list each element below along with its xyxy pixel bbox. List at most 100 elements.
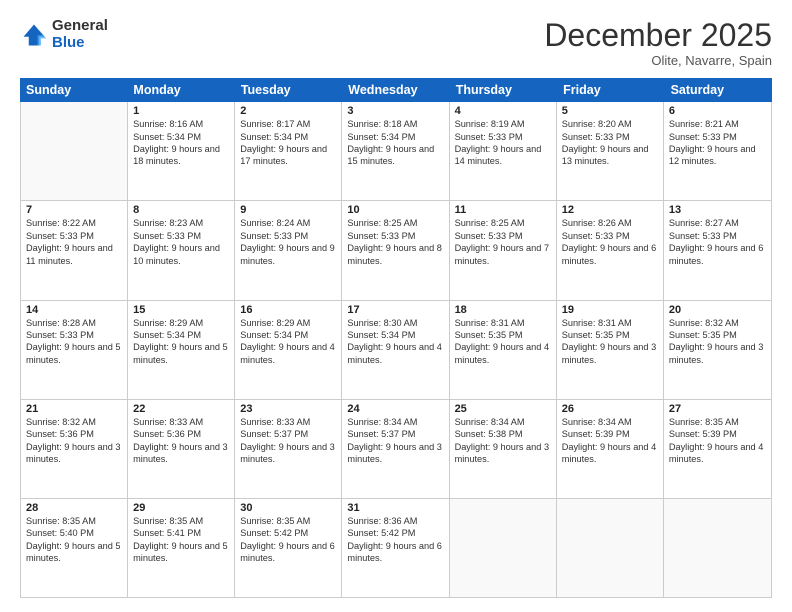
calendar-row-0: 1Sunrise: 8:16 AMSunset: 5:34 PMDaylight… xyxy=(21,102,771,201)
sunrise-text: Sunrise: 8:35 AM xyxy=(240,515,336,527)
daylight-text: Daylight: 9 hours and 4 minutes. xyxy=(562,441,658,466)
day-number: 24 xyxy=(347,403,443,415)
daylight-text: Daylight: 9 hours and 5 minutes. xyxy=(26,540,122,565)
daylight-text: Daylight: 9 hours and 3 minutes. xyxy=(240,441,336,466)
calendar-cell-r1c2: 9Sunrise: 8:24 AMSunset: 5:33 PMDaylight… xyxy=(235,201,342,299)
daylight-text: Daylight: 9 hours and 8 minutes. xyxy=(347,242,443,267)
daylight-text: Daylight: 9 hours and 15 minutes. xyxy=(347,143,443,168)
sunrise-text: Sunrise: 8:23 AM xyxy=(133,217,229,229)
sunrise-text: Sunrise: 8:17 AM xyxy=(240,118,336,130)
sunset-text: Sunset: 5:34 PM xyxy=(347,329,443,341)
daylight-text: Daylight: 9 hours and 5 minutes. xyxy=(26,341,122,366)
calendar-cell-r0c6: 6Sunrise: 8:21 AMSunset: 5:33 PMDaylight… xyxy=(664,102,771,200)
calendar-cell-r4c3: 31Sunrise: 8:36 AMSunset: 5:42 PMDayligh… xyxy=(342,499,449,597)
subtitle: Olite, Navarre, Spain xyxy=(544,53,772,68)
header-wednesday: Wednesday xyxy=(342,78,449,102)
daylight-text: Daylight: 9 hours and 6 minutes. xyxy=(347,540,443,565)
header-thursday: Thursday xyxy=(450,78,557,102)
logo: General Blue xyxy=(20,18,108,51)
day-number: 28 xyxy=(26,502,122,514)
sunrise-text: Sunrise: 8:31 AM xyxy=(562,317,658,329)
calendar-cell-r4c4 xyxy=(450,499,557,597)
sunset-text: Sunset: 5:33 PM xyxy=(669,131,766,143)
calendar-cell-r4c6 xyxy=(664,499,771,597)
daylight-text: Daylight: 9 hours and 3 minutes. xyxy=(133,441,229,466)
day-number: 27 xyxy=(669,403,766,415)
calendar-cell-r4c1: 29Sunrise: 8:35 AMSunset: 5:41 PMDayligh… xyxy=(128,499,235,597)
calendar-cell-r2c1: 15Sunrise: 8:29 AMSunset: 5:34 PMDayligh… xyxy=(128,301,235,399)
calendar-body: 1Sunrise: 8:16 AMSunset: 5:34 PMDaylight… xyxy=(20,102,772,598)
day-number: 26 xyxy=(562,403,658,415)
day-number: 31 xyxy=(347,502,443,514)
calendar-cell-r4c2: 30Sunrise: 8:35 AMSunset: 5:42 PMDayligh… xyxy=(235,499,342,597)
calendar-cell-r2c6: 20Sunrise: 8:32 AMSunset: 5:35 PMDayligh… xyxy=(664,301,771,399)
month-title: December 2025 xyxy=(544,18,772,53)
calendar-cell-r2c5: 19Sunrise: 8:31 AMSunset: 5:35 PMDayligh… xyxy=(557,301,664,399)
sunset-text: Sunset: 5:39 PM xyxy=(669,428,766,440)
calendar-cell-r1c4: 11Sunrise: 8:25 AMSunset: 5:33 PMDayligh… xyxy=(450,201,557,299)
sunrise-text: Sunrise: 8:22 AM xyxy=(26,217,122,229)
calendar-row-4: 28Sunrise: 8:35 AMSunset: 5:40 PMDayligh… xyxy=(21,499,771,597)
sunset-text: Sunset: 5:33 PM xyxy=(562,131,658,143)
sunset-text: Sunset: 5:34 PM xyxy=(347,131,443,143)
sunset-text: Sunset: 5:33 PM xyxy=(562,230,658,242)
day-number: 14 xyxy=(26,304,122,316)
calendar-cell-r1c1: 8Sunrise: 8:23 AMSunset: 5:33 PMDaylight… xyxy=(128,201,235,299)
sunrise-text: Sunrise: 8:36 AM xyxy=(347,515,443,527)
calendar-row-3: 21Sunrise: 8:32 AMSunset: 5:36 PMDayligh… xyxy=(21,400,771,499)
sunrise-text: Sunrise: 8:32 AM xyxy=(26,416,122,428)
calendar-cell-r1c6: 13Sunrise: 8:27 AMSunset: 5:33 PMDayligh… xyxy=(664,201,771,299)
day-number: 6 xyxy=(669,105,766,117)
calendar-cell-r3c2: 23Sunrise: 8:33 AMSunset: 5:37 PMDayligh… xyxy=(235,400,342,498)
day-number: 12 xyxy=(562,204,658,216)
daylight-text: Daylight: 9 hours and 7 minutes. xyxy=(455,242,551,267)
sunset-text: Sunset: 5:41 PM xyxy=(133,527,229,539)
day-number: 4 xyxy=(455,105,551,117)
sunset-text: Sunset: 5:33 PM xyxy=(240,230,336,242)
sunrise-text: Sunrise: 8:33 AM xyxy=(133,416,229,428)
day-number: 8 xyxy=(133,204,229,216)
sunset-text: Sunset: 5:42 PM xyxy=(240,527,336,539)
sunset-text: Sunset: 5:33 PM xyxy=(455,230,551,242)
sunrise-text: Sunrise: 8:20 AM xyxy=(562,118,658,130)
header-friday: Friday xyxy=(557,78,664,102)
sunset-text: Sunset: 5:39 PM xyxy=(562,428,658,440)
daylight-text: Daylight: 9 hours and 3 minutes. xyxy=(669,341,766,366)
sunrise-text: Sunrise: 8:18 AM xyxy=(347,118,443,130)
calendar-cell-r4c5 xyxy=(557,499,664,597)
title-area: December 2025 Olite, Navarre, Spain xyxy=(544,18,772,68)
header-saturday: Saturday xyxy=(665,78,772,102)
sunset-text: Sunset: 5:38 PM xyxy=(455,428,551,440)
daylight-text: Daylight: 9 hours and 3 minutes. xyxy=(26,441,122,466)
calendar-cell-r3c4: 25Sunrise: 8:34 AMSunset: 5:38 PMDayligh… xyxy=(450,400,557,498)
calendar-row-1: 7Sunrise: 8:22 AMSunset: 5:33 PMDaylight… xyxy=(21,201,771,300)
calendar-cell-r3c1: 22Sunrise: 8:33 AMSunset: 5:36 PMDayligh… xyxy=(128,400,235,498)
daylight-text: Daylight: 9 hours and 4 minutes. xyxy=(347,341,443,366)
day-number: 16 xyxy=(240,304,336,316)
logo-blue-text: Blue xyxy=(52,35,108,52)
day-number: 25 xyxy=(455,403,551,415)
calendar-cell-r1c0: 7Sunrise: 8:22 AMSunset: 5:33 PMDaylight… xyxy=(21,201,128,299)
sunset-text: Sunset: 5:33 PM xyxy=(133,230,229,242)
sunset-text: Sunset: 5:33 PM xyxy=(26,230,122,242)
daylight-text: Daylight: 9 hours and 3 minutes. xyxy=(562,341,658,366)
sunrise-text: Sunrise: 8:25 AM xyxy=(347,217,443,229)
day-number: 7 xyxy=(26,204,122,216)
day-number: 18 xyxy=(455,304,551,316)
daylight-text: Daylight: 9 hours and 12 minutes. xyxy=(669,143,766,168)
daylight-text: Daylight: 9 hours and 6 minutes. xyxy=(240,540,336,565)
sunset-text: Sunset: 5:33 PM xyxy=(26,329,122,341)
daylight-text: Daylight: 9 hours and 13 minutes. xyxy=(562,143,658,168)
sunrise-text: Sunrise: 8:33 AM xyxy=(240,416,336,428)
sunset-text: Sunset: 5:34 PM xyxy=(240,329,336,341)
daylight-text: Daylight: 9 hours and 9 minutes. xyxy=(240,242,336,267)
sunrise-text: Sunrise: 8:34 AM xyxy=(562,416,658,428)
sunrise-text: Sunrise: 8:29 AM xyxy=(133,317,229,329)
day-number: 22 xyxy=(133,403,229,415)
sunrise-text: Sunrise: 8:24 AM xyxy=(240,217,336,229)
sunrise-text: Sunrise: 8:35 AM xyxy=(669,416,766,428)
sunrise-text: Sunrise: 8:31 AM xyxy=(455,317,551,329)
daylight-text: Daylight: 9 hours and 3 minutes. xyxy=(455,441,551,466)
calendar-header: Sunday Monday Tuesday Wednesday Thursday… xyxy=(20,78,772,102)
day-number: 30 xyxy=(240,502,336,514)
